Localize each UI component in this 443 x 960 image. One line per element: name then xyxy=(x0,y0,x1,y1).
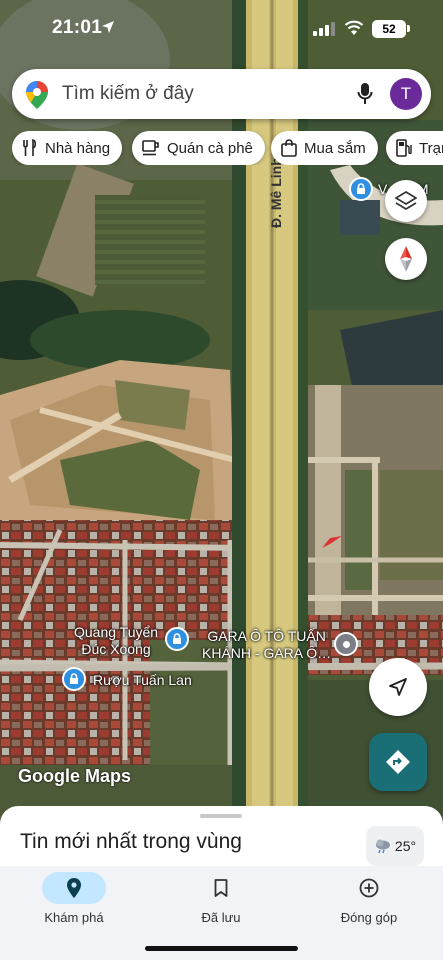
shop-marker-icon[interactable] xyxy=(62,667,86,691)
place-label-gara[interactable]: GARA Ô TÔ TUẤN KHÁNH - GARA Ô… xyxy=(202,628,331,662)
chip-restaurants[interactable]: Nhà hàng xyxy=(12,131,123,165)
coffee-cup-icon xyxy=(142,140,159,156)
place-label-line: KHÁNH - GARA Ô… xyxy=(202,645,332,661)
place-label-line: Quang Tuyển xyxy=(74,624,159,640)
fork-knife-icon xyxy=(23,139,37,156)
shopping-bag-icon xyxy=(281,139,297,157)
layers-button[interactable] xyxy=(385,180,427,222)
nav-explore-indicator xyxy=(42,872,106,904)
battery-tip xyxy=(407,25,410,32)
compass-button[interactable] xyxy=(385,238,427,280)
add-circle-icon xyxy=(359,878,379,898)
directions-icon xyxy=(386,750,410,774)
drag-handle[interactable] xyxy=(200,814,242,818)
compass-icon xyxy=(400,246,412,272)
gas-station-icon xyxy=(396,139,412,157)
nav-label: Khám phá xyxy=(44,910,104,925)
chip-label: Trạm xyxy=(419,139,443,157)
battery-indicator: 52 xyxy=(372,20,406,38)
nav-contribute[interactable]: Đóng góp xyxy=(295,872,443,925)
weather-chip[interactable]: 25° xyxy=(366,826,424,866)
chip-cafes[interactable]: Quán cà phê xyxy=(132,131,265,165)
nav-label: Đã lưu xyxy=(201,910,241,925)
nav-saved[interactable]: Đã lưu xyxy=(147,872,295,925)
location-arrow-icon xyxy=(102,21,114,33)
chip-label: Quán cà phê xyxy=(167,139,253,157)
shopping-bag-icon xyxy=(173,633,181,644)
status-bar: 21:01 52 xyxy=(0,0,443,60)
dot-icon xyxy=(342,640,350,648)
status-time: 21:01 xyxy=(52,17,103,38)
bookmark-icon xyxy=(214,879,228,897)
poi-marker-icon[interactable] xyxy=(349,177,373,201)
nav-label: Đóng góp xyxy=(340,910,398,925)
shopping-bag-icon xyxy=(70,673,78,684)
layers-icon xyxy=(395,191,417,210)
google-maps-logo: Google Maps xyxy=(18,766,132,786)
lock-icon xyxy=(357,183,365,194)
navigation-arrow-icon xyxy=(389,678,407,696)
chip-gas-stations[interactable]: Trạm xyxy=(386,131,443,165)
road-label: Đ. Mê Linh xyxy=(268,157,284,228)
nav-explore[interactable]: Khám phá xyxy=(0,872,148,925)
category-chips: Nhà hàng Quán cà phê Mua sắm Trạm xyxy=(12,131,443,165)
microphone-icon[interactable] xyxy=(357,82,373,106)
place-label-ruou-tuan-lan[interactable]: Rượu Tuấn Lan xyxy=(93,672,192,689)
shop-marker-icon[interactable] xyxy=(165,627,189,651)
my-location-button[interactable] xyxy=(369,658,427,716)
wifi-icon xyxy=(344,20,364,35)
home-indicator[interactable] xyxy=(145,946,298,951)
search-input[interactable]: Tìm kiếm ở đây xyxy=(62,83,194,105)
account-avatar[interactable]: T xyxy=(390,78,422,110)
explore-pin-icon xyxy=(67,878,81,898)
place-label-line: GARA Ô TÔ TUẤN xyxy=(207,628,326,644)
temperature: 25° xyxy=(394,838,417,854)
place-label-quang-tuyen[interactable]: Quang Tuyển Đúc Xoong xyxy=(74,624,158,658)
chip-label: Mua sắm xyxy=(304,139,366,157)
place-label-line: Đúc Xoong xyxy=(81,641,151,657)
nav-contribute-indicator xyxy=(337,872,401,904)
cloud-rain-icon xyxy=(375,839,390,854)
chip-label: Nhà hàng xyxy=(45,139,111,157)
cellular-signal-icon xyxy=(313,22,335,36)
chip-shopping[interactable]: Mua sắm xyxy=(271,131,378,165)
nav-saved-indicator xyxy=(189,872,253,904)
search-bar[interactable]: Tìm kiếm ở đây T xyxy=(12,69,431,119)
sheet-title: Tin mới nhất trong vùng xyxy=(20,830,242,853)
google-maps-pin-icon xyxy=(26,81,48,109)
gara-marker-icon[interactable] xyxy=(334,632,358,656)
directions-button[interactable] xyxy=(369,733,427,791)
